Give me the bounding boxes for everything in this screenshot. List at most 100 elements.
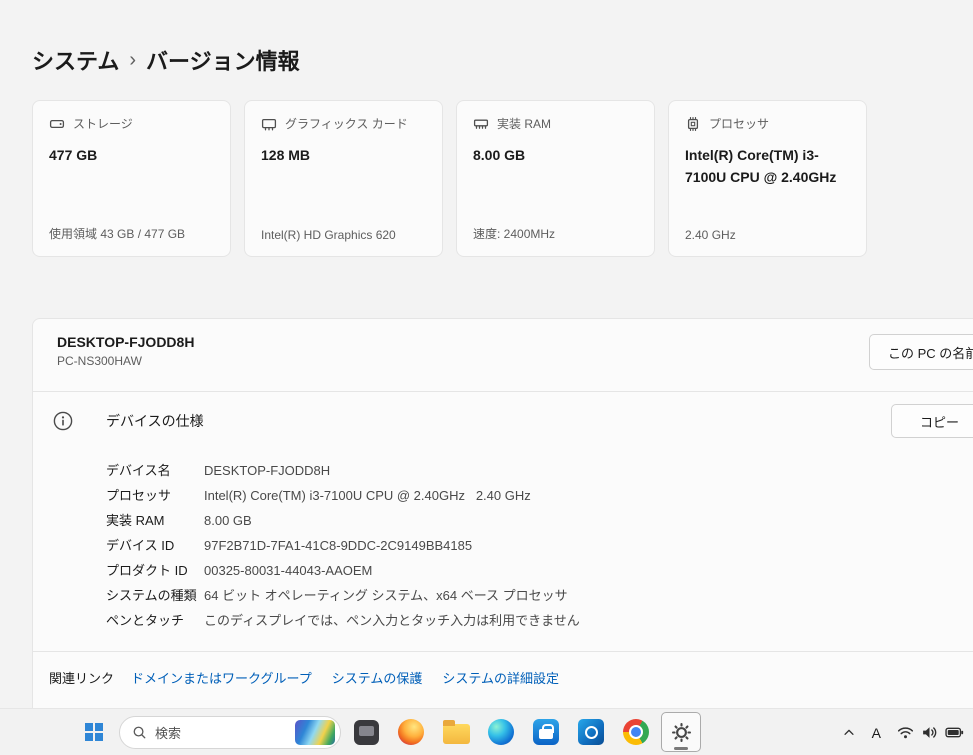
hidden-icons-button[interactable] (835, 714, 863, 752)
settings-gear-icon (671, 722, 692, 743)
card-footnote: 2.40 GHz (685, 228, 850, 242)
edge-icon (488, 719, 514, 745)
device-model: PC-NS300HAW (57, 354, 973, 368)
outlook-icon (578, 719, 604, 745)
breadcrumb-system[interactable]: システム (32, 44, 119, 76)
spec-value: DESKTOP-FJODD8H (204, 458, 330, 483)
status-tray-button[interactable] (890, 714, 971, 752)
cpu-icon (685, 116, 701, 132)
card-label: グラフィックス カード (285, 115, 408, 132)
spec-label: プロセッサ (106, 483, 204, 508)
taskbar-app-edge[interactable] (481, 712, 521, 752)
device-specs-table: デバイス名 DESKTOP-FJODD8H プロセッサ Intel(R) Cor… (33, 450, 973, 651)
taskbar-apps: 検索 (74, 712, 701, 752)
related-links: ドメインまたはワークグループ システムの保護 システムの詳細設定 (131, 668, 559, 687)
card-value: 477 GB (49, 145, 214, 167)
table-row: システムの種類 64 ビット オペレーティング システム、x64 ベース プロセ… (106, 583, 973, 608)
rename-pc-button[interactable]: この PC の名前を (869, 334, 973, 370)
about-panel: DESKTOP-FJODD8H PC-NS300HAW この PC の名前を デ… (32, 318, 973, 738)
taskbar-app-file-explorer[interactable] (436, 712, 476, 752)
windows-logo-icon (85, 723, 103, 741)
device-specs-header: デバイスの仕様 コピー (33, 392, 973, 450)
spec-value: 00325-80031-44043-AAOEM (204, 558, 372, 583)
chrome-icon (623, 719, 649, 745)
volume-icon (921, 724, 938, 741)
taskbar-app-chrome[interactable] (616, 712, 656, 752)
start-button[interactable] (74, 712, 114, 752)
search-placeholder: 検索 (155, 723, 287, 742)
processor-card: プロセッサ Intel(R) Core(TM) i3-7100U CPU @ 2… (668, 100, 867, 257)
table-row: 実装 RAM 8.00 GB (106, 508, 973, 533)
link-domain-workgroup[interactable]: ドメインまたはワークグループ (131, 668, 312, 687)
spec-label: プロダクト ID (106, 558, 204, 583)
card-header: プロセッサ (685, 115, 850, 132)
spec-value: 97F2B71D-7FA1-41C8-9DDC-2C9149BB4185 (204, 533, 472, 558)
table-row: デバイス ID 97F2B71D-7FA1-41C8-9DDC-2C9149BB… (106, 533, 973, 558)
taskbar-app-outlook[interactable] (571, 712, 611, 752)
spec-value: Intel(R) Core(TM) i3-7100U CPU @ 2.40GHz… (204, 483, 531, 508)
ime-mode-button[interactable]: A (865, 714, 888, 752)
table-row: デバイス名 DESKTOP-FJODD8H (106, 458, 973, 483)
spec-label: ペンとタッチ (106, 608, 204, 633)
card-header: グラフィックス カード (261, 115, 426, 132)
device-specs-section: デバイスの仕様 コピー デバイス名 DESKTOP-FJODD8H プロセッサ … (33, 391, 973, 651)
search-highlights-icon[interactable] (295, 720, 335, 745)
info-icon (53, 411, 73, 431)
wifi-icon (897, 725, 914, 740)
device-name-section: DESKTOP-FJODD8H PC-NS300HAW この PC の名前を (33, 319, 973, 391)
taskbar-app-store[interactable] (526, 712, 566, 752)
file-explorer-icon (443, 724, 470, 744)
taskbar: 検索 A (0, 708, 973, 755)
page-title: バージョン情報 (146, 44, 300, 76)
link-advanced-system-settings[interactable]: システムの詳細設定 (442, 668, 559, 687)
ram-card: 実装 RAM 8.00 GB 速度: 2400MHz (456, 100, 655, 257)
spec-label: 実装 RAM (106, 508, 204, 533)
spec-value: このディスプレイでは、ペン入力とタッチ入力は利用できません (204, 608, 580, 633)
ime-mode-indicator: A (872, 725, 881, 741)
card-value: 128 MB (261, 145, 426, 167)
related-links-label: 関連リンク (49, 668, 131, 687)
taskbar-app-firefox[interactable] (391, 712, 431, 752)
table-row: プロセッサ Intel(R) Core(TM) i3-7100U CPU @ 2… (106, 483, 973, 508)
storage-card: ストレージ 477 GB 使用領域 43 GB / 477 GB (32, 100, 231, 257)
link-system-protection[interactable]: システムの保護 (332, 668, 423, 687)
card-footnote: 速度: 2400MHz (473, 225, 638, 242)
battery-icon (945, 726, 964, 739)
dark-app-icon (354, 720, 379, 745)
card-header: 実装 RAM (473, 115, 638, 132)
chevron-up-icon (842, 726, 856, 740)
spec-label: デバイス ID (106, 533, 204, 558)
taskbar-app-settings[interactable] (661, 712, 701, 752)
summary-cards: ストレージ 477 GB 使用領域 43 GB / 477 GB グラフィックス… (32, 100, 867, 257)
card-value: 8.00 GB (473, 145, 638, 167)
storage-icon (49, 116, 65, 132)
spec-label: システムの種類 (106, 583, 204, 608)
search-input[interactable]: 検索 (119, 716, 341, 749)
taskbar-app-dark-window[interactable] (346, 712, 386, 752)
card-value: Intel(R) Core(TM) i3-7100U CPU @ 2.40GHz (685, 145, 850, 188)
microsoft-store-icon (533, 719, 559, 745)
breadcrumb-chevron-icon: › (129, 49, 136, 72)
graphics-card: グラフィックス カード 128 MB Intel(R) HD Graphics … (244, 100, 443, 257)
card-label: プロセッサ (709, 115, 769, 132)
card-label: 実装 RAM (497, 115, 551, 132)
card-footnote: 使用領域 43 GB / 477 GB (49, 225, 214, 242)
related-links-section: 関連リンク ドメインまたはワークグループ システムの保護 システムの詳細設定 (33, 651, 973, 703)
system-tray: A (835, 709, 971, 755)
breadcrumb: システム › バージョン情報 (32, 44, 300, 76)
card-label: ストレージ (73, 115, 133, 132)
table-row: プロダクト ID 00325-80031-44043-AAOEM (106, 558, 973, 583)
spec-value: 64 ビット オペレーティング システム、x64 ベース プロセッサ (204, 583, 568, 608)
ram-icon (473, 116, 489, 132)
copy-button[interactable]: コピー (891, 404, 973, 438)
spec-value: 8.00 GB (204, 508, 252, 533)
gpu-icon (261, 116, 277, 132)
card-footnote: Intel(R) HD Graphics 620 (261, 228, 426, 242)
search-icon (132, 725, 147, 740)
card-header: ストレージ (49, 115, 214, 132)
firefox-icon (398, 719, 424, 745)
device-specs-title: デバイスの仕様 (106, 411, 204, 431)
device-name: DESKTOP-FJODD8H (57, 334, 973, 350)
table-row: ペンとタッチ このディスプレイでは、ペン入力とタッチ入力は利用できません (106, 608, 973, 633)
spec-label: デバイス名 (106, 458, 204, 483)
